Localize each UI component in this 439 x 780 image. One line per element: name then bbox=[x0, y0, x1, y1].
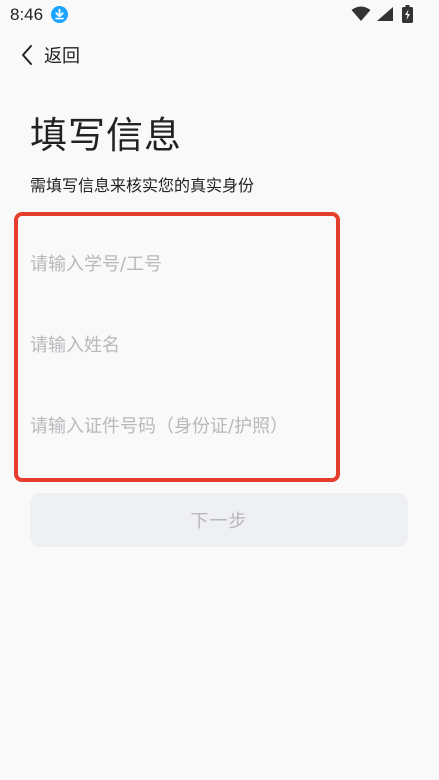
id-number-input[interactable] bbox=[30, 406, 408, 446]
back-label: 返回 bbox=[44, 46, 80, 67]
next-step-button[interactable]: 下一步 bbox=[30, 493, 408, 547]
status-bar: 8:46 bbox=[0, 0, 439, 30]
student-id-input[interactable] bbox=[30, 244, 408, 284]
page-subtitle: 需填写信息来核实您的真实身份 bbox=[30, 176, 255, 195]
battery-charging-icon bbox=[402, 5, 413, 23]
signal-icon bbox=[377, 7, 393, 21]
name-input[interactable] bbox=[30, 325, 408, 365]
wifi-icon bbox=[351, 6, 371, 21]
page-title: 填写信息 bbox=[30, 114, 182, 157]
back-button[interactable]: 返回 bbox=[20, 40, 80, 70]
status-time: 8:46 bbox=[10, 5, 44, 24]
download-icon bbox=[51, 6, 68, 23]
chevron-left-icon bbox=[22, 45, 32, 65]
